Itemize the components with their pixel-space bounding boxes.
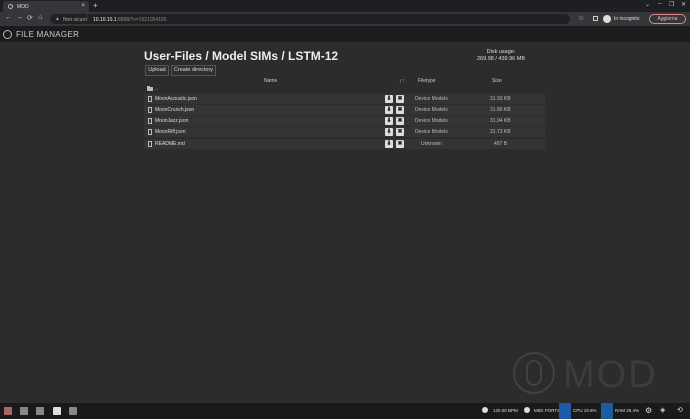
delete-icon[interactable]: ✖ <box>396 128 404 136</box>
file-row[interactable]: MoonCrunch.json ⬇ ✖ Device Models 31.80 … <box>144 105 545 115</box>
download-icon[interactable]: ⬇ <box>385 140 393 148</box>
ram-meter <box>601 403 613 419</box>
mod-watermark-inner <box>526 360 542 386</box>
file-name[interactable]: README.md <box>155 141 185 147</box>
cpu-label: CPU 19.8% <box>573 408 597 413</box>
file-size: 31.80 KB <box>490 107 511 113</box>
home-button[interactable]: ⌂ <box>38 14 42 21</box>
tab-close-icon[interactable]: × <box>81 3 85 9</box>
bpm-label[interactable]: 120.00 BPM <box>493 408 518 413</box>
window-maximize-button[interactable]: ❐ <box>669 1 674 8</box>
midi-ports-icon[interactable] <box>524 407 530 413</box>
sort-icon[interactable]: ↓↑ <box>399 78 405 84</box>
download-icon[interactable]: ⬇ <box>385 117 393 125</box>
file-size: 31.94 KB <box>490 118 511 124</box>
column-header-filetype[interactable]: Filetype <box>418 78 436 84</box>
column-header-name[interactable]: Name <box>264 78 277 84</box>
delete-icon[interactable]: ✖ <box>396 106 404 114</box>
pedalboard-icon[interactable] <box>4 407 12 415</box>
bpm-icon[interactable] <box>482 407 488 413</box>
file-name[interactable]: MoonAcoustic.json <box>155 96 197 102</box>
disk-usage: Disk usage: 269.98 / 439.96 MB <box>470 49 532 63</box>
store-icon[interactable] <box>69 407 77 415</box>
reload-button[interactable]: ⟳ <box>27 14 33 22</box>
browser-tab[interactable]: MOD × <box>3 1 89 12</box>
file-type: Device Models <box>415 107 448 113</box>
delete-icon[interactable]: ✖ <box>396 117 404 125</box>
status-bar: 120.00 BPM MIDI PORTS CPU 19.8% RAM 25.4… <box>0 403 690 419</box>
new-tab-button[interactable]: + <box>93 1 98 10</box>
url-text: 10.10.10.1:8888/?v=1521054165 <box>93 16 167 23</box>
address-bar[interactable]: ▲ Non sicuro | 10.10.10.1:8888/?v=152105… <box>50 14 570 24</box>
incognito-label: In incognito <box>614 16 640 22</box>
file-name[interactable]: MoonJazz.json <box>155 118 188 124</box>
ram-label: RAM 25.4% <box>615 408 640 413</box>
file-manager-icon[interactable] <box>53 407 61 415</box>
midi-ports-label[interactable]: MIDI PORTS <box>534 408 560 413</box>
file-name[interactable]: MoonRiff.json <box>155 129 185 135</box>
disk-usage-label: Disk usage: <box>486 49 516 55</box>
mod-favicon-icon <box>8 4 13 9</box>
file-type: Unknown <box>421 141 442 147</box>
app-header: FILE MANAGER <box>0 26 690 42</box>
settings-icon[interactable]: ⚙ <box>645 406 652 415</box>
file-icon <box>148 129 152 135</box>
file-size: 31.73 KB <box>490 129 511 135</box>
delete-icon[interactable]: ✖ <box>396 95 404 103</box>
file-row[interactable]: MoonRiff.json ⬇ ✖ Device Models 31.73 KB <box>144 127 545 137</box>
sync-icon[interactable]: ⟲ <box>677 406 683 414</box>
update-button[interactable]: Aggiorna <box>649 14 686 24</box>
upload-button[interactable]: Upload <box>145 65 169 76</box>
download-icon[interactable]: ⬇ <box>385 128 393 136</box>
incognito-icon[interactable] <box>603 15 611 23</box>
create-directory-button[interactable]: Create directory <box>171 65 216 76</box>
browser-toolbar: ← → ⟳ ⌂ ▲ Non sicuro | 10.10.10.1:8888/?… <box>0 12 690 26</box>
window-minimize-button[interactable]: – <box>658 1 661 7</box>
file-icon <box>148 118 152 124</box>
warning-icon[interactable]: ▲ <box>55 16 60 22</box>
bypass-icon[interactable]: ◈ <box>660 406 665 414</box>
page-title: User-Files / Model SIMs / LSTM-12 <box>144 49 339 63</box>
mod-logo-icon[interactable] <box>3 30 12 39</box>
delete-icon[interactable]: ✖ <box>396 140 404 148</box>
mod-watermark-text: MOD <box>563 354 658 396</box>
security-label: Non sicuro <box>63 16 87 23</box>
cpu-meter <box>559 403 571 419</box>
forward-button[interactable]: → <box>16 14 23 21</box>
parent-directory-link[interactable]: .. <box>155 86 158 92</box>
bookmark-star-icon[interactable]: ☆ <box>578 14 584 22</box>
cloud-icon[interactable] <box>36 407 44 415</box>
download-icon[interactable]: ⬇ <box>385 95 393 103</box>
disk-usage-value: 269.98 / 439.96 MB <box>476 56 525 62</box>
file-type: Device Models <box>415 129 448 135</box>
tab-strip-icon[interactable] <box>593 16 598 21</box>
download-icon[interactable]: ⬇ <box>385 106 393 114</box>
file-size: 31.93 KB <box>490 96 511 102</box>
file-size: 497 B <box>494 141 508 147</box>
file-type: Device Models <box>415 118 448 124</box>
bank-icon[interactable] <box>20 407 28 415</box>
file-row[interactable]: MoonJazz.json ⬇ ✖ Device Models 31.94 KB <box>144 116 545 126</box>
tab-title: MOD <box>17 3 29 10</box>
window-close-button[interactable]: ✕ <box>681 1 686 8</box>
column-header-size[interactable]: Size <box>492 78 502 84</box>
browser-tab-bar: MOD × + ⌄ – ❐ ✕ <box>0 0 690 12</box>
file-row[interactable]: MoonAcoustic.json ⬇ ✖ Device Models 31.9… <box>144 94 545 104</box>
back-button[interactable]: ← <box>5 14 12 21</box>
folder-icon[interactable] <box>147 86 153 91</box>
file-type: Device Models <box>415 96 448 102</box>
app-title: FILE MANAGER <box>16 30 80 39</box>
file-icon <box>148 96 152 102</box>
file-icon <box>148 141 152 147</box>
file-icon <box>148 107 152 113</box>
file-row[interactable]: README.md ⬇ ✖ Unknown 497 B <box>144 139 545 149</box>
tab-search-icon[interactable]: ⌄ <box>645 1 650 8</box>
file-name[interactable]: MoonCrunch.json <box>155 107 194 113</box>
